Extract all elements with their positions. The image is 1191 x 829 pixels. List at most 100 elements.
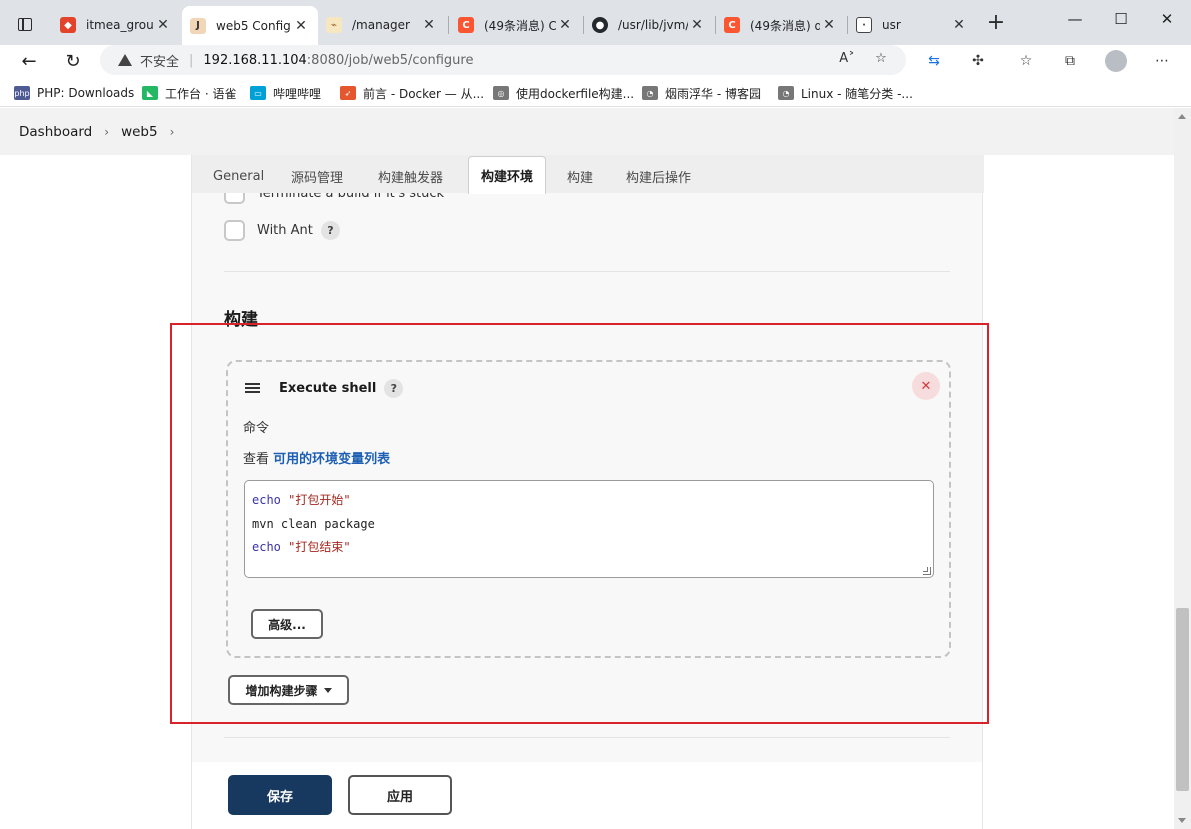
close-tab-icon[interactable]: ✕ <box>950 17 968 33</box>
tab-separator <box>448 16 449 34</box>
resize-handle-icon[interactable] <box>923 567 931 575</box>
bookmark-label: 使用dockerfile构建... <box>516 86 635 101</box>
step-title: Execute shell <box>279 381 377 396</box>
config-page: General 源码管理 构建触发器 构建环境 构建 构建后操作 Termina… <box>0 155 1174 829</box>
add-favorite-icon[interactable]: ☆ <box>870 51 892 71</box>
bookmark-item[interactable]: ◔ Linux - 随笔分类 -... <box>778 84 913 102</box>
yuque-icon: ◣ <box>142 86 158 100</box>
close-tab-icon[interactable]: ✕ <box>556 17 574 33</box>
script-line: mvn clean package <box>252 516 375 531</box>
new-tab-icon[interactable]: + <box>984 12 1008 36</box>
advanced-button[interactable]: 高级... <box>251 609 323 639</box>
bookmark-label: 哔哩哔哩 <box>273 86 322 101</box>
section-divider <box>224 271 950 272</box>
tab-post-build[interactable]: 构建后操作 <box>614 159 703 193</box>
script-line: echo "打包开始" <box>252 489 926 513</box>
tab-build-triggers[interactable]: 构建触发器 <box>366 159 455 193</box>
tab-build-environment[interactable]: 构建环境 <box>468 156 547 194</box>
add-build-step-button[interactable]: 增加构建步骤 <box>228 675 349 705</box>
address-bar[interactable]: 不安全 | 192.168.11.104 :8080/job/web5/conf… <box>100 45 906 75</box>
drag-handle-icon[interactable] <box>245 383 260 393</box>
partial-option-clip: Terminate a build if it's stuck <box>192 193 984 213</box>
maximize-icon[interactable]: ☐ <box>1098 10 1144 34</box>
terminate-stuck-checkbox[interactable] <box>224 193 245 204</box>
with-ant-label: With Ant <box>257 223 313 238</box>
help-icon[interactable]: ? <box>384 379 404 398</box>
csdn-icon: C <box>724 17 740 33</box>
file-icon: · <box>856 17 872 33</box>
extensions-icon[interactable]: ✣ <box>964 49 992 73</box>
browser-tab[interactable]: · usr ✕ <box>848 8 976 42</box>
address-divider: | <box>189 52 194 68</box>
with-ant-option[interactable]: With Ant ? <box>224 220 340 241</box>
command-textarea[interactable]: echo "打包开始" mvn clean package echo "打包结束… <box>244 480 934 578</box>
page-scrollbar[interactable] <box>1174 108 1191 829</box>
close-tab-icon[interactable]: ✕ <box>820 17 838 33</box>
rocket-icon: ➶ <box>340 86 356 100</box>
translate-icon[interactable]: ⇆ <box>920 49 948 73</box>
bookmark-item[interactable]: ▭ 哔哩哔哩 <box>250 84 321 102</box>
browser-tab[interactable]: ⌁ /manager ✕ <box>318 8 446 42</box>
tab-actions-button[interactable] <box>8 10 42 38</box>
close-tab-icon[interactable]: ✕ <box>420 17 438 33</box>
chevron-right-icon[interactable]: › <box>104 125 109 139</box>
browser-tab-active[interactable]: J web5 Config ✕ <box>182 6 318 45</box>
browser-tab[interactable]: ● /usr/lib/jvm/ ✕ <box>584 8 714 42</box>
php-icon: php <box>14 86 30 100</box>
bookmark-item[interactable]: ◣ 工作台 · 语雀 <box>142 84 236 102</box>
script-keyword: echo <box>252 540 281 554</box>
bookmark-label: 烟雨浮华 - 博客园 <box>665 86 761 101</box>
bookmark-item[interactable]: php PHP: Downloads <box>14 84 134 102</box>
save-button[interactable]: 保存 <box>228 775 332 815</box>
execute-shell-step: Execute shell ? ✕ 命令 查看 可用的环境变量列表 echo "… <box>226 360 951 658</box>
csdn-icon: C <box>458 17 474 33</box>
caret-down-icon <box>323 687 332 693</box>
refresh-icon[interactable]: ↻ <box>58 48 88 74</box>
tab-label: /manager <box>352 18 410 32</box>
help-icon[interactable]: ? <box>320 221 340 240</box>
bookmark-item[interactable]: ◔ 烟雨浮华 - 博客园 <box>642 84 761 102</box>
more-menu-icon[interactable]: ⋯ <box>1148 49 1176 73</box>
delete-step-icon[interactable]: ✕ <box>912 372 940 400</box>
browser-tab-strip: ◆ itmea_group ✕ J web5 Config ✕ ⌁ /manag… <box>0 0 1191 45</box>
favorites-icon[interactable]: ☆ <box>1012 49 1040 73</box>
browser-tab[interactable]: ◆ itmea_group ✕ <box>52 8 180 42</box>
minimize-icon[interactable]: — <box>1052 10 1098 34</box>
scroll-up-icon[interactable] <box>1178 114 1186 119</box>
close-tab-icon[interactable]: ✕ <box>688 17 706 33</box>
step-title-row: Execute shell ? <box>279 379 404 398</box>
breadcrumb-job[interactable]: web5 <box>121 124 158 140</box>
tab-general[interactable]: General <box>201 159 276 193</box>
tab-build[interactable]: 构建 <box>555 159 605 193</box>
close-tab-icon[interactable]: ✕ <box>154 17 172 33</box>
tab-actions-icon <box>18 17 32 31</box>
bookmark-item[interactable]: ➶ 前言 - Docker — 从... <box>340 84 484 102</box>
breadcrumb-dashboard[interactable]: Dashboard <box>19 124 92 140</box>
collections-icon[interactable]: ⧉ <box>1056 49 1084 73</box>
url-path: :8080/job/web5/configure <box>306 52 474 68</box>
with-ant-checkbox[interactable] <box>224 220 245 241</box>
chevron-right-icon[interactable]: › <box>170 125 175 139</box>
env-vars-link[interactable]: 可用的环境变量列表 <box>273 452 390 467</box>
url-host: 192.168.11.104 <box>203 52 307 68</box>
bookmark-item[interactable]: ◎ 使用dockerfile构建... <box>493 84 634 102</box>
env-prefix: 查看 <box>243 452 274 467</box>
tab-label: web5 Config <box>216 18 291 33</box>
profile-avatar[interactable] <box>1102 49 1130 73</box>
browser-tab[interactable]: C (49条消息) C ✕ <box>450 8 582 42</box>
read-aloud-icon[interactable]: A˃ <box>836 51 858 71</box>
form-footer: 保存 应用 <box>192 762 982 829</box>
globe-icon: ◎ <box>493 86 509 100</box>
scroll-down-icon[interactable] <box>1178 818 1186 823</box>
back-icon[interactable]: ← <box>14 48 44 74</box>
scrollbar-thumb[interactable] <box>1176 608 1189 791</box>
script-keyword: echo <box>252 493 281 507</box>
window-close-icon[interactable]: ✕ <box>1144 10 1190 34</box>
terminate-stuck-option[interactable]: Terminate a build if it's stuck <box>224 193 444 204</box>
browser-tab[interactable]: C (49条消息) d ✕ <box>716 8 846 42</box>
close-tab-icon[interactable]: ✕ <box>292 18 310 34</box>
breadcrumb: Dashboard › web5 › <box>0 108 1174 155</box>
tab-source-control[interactable]: 源码管理 <box>279 159 355 193</box>
apply-button[interactable]: 应用 <box>348 775 452 815</box>
warning-icon <box>118 54 132 66</box>
